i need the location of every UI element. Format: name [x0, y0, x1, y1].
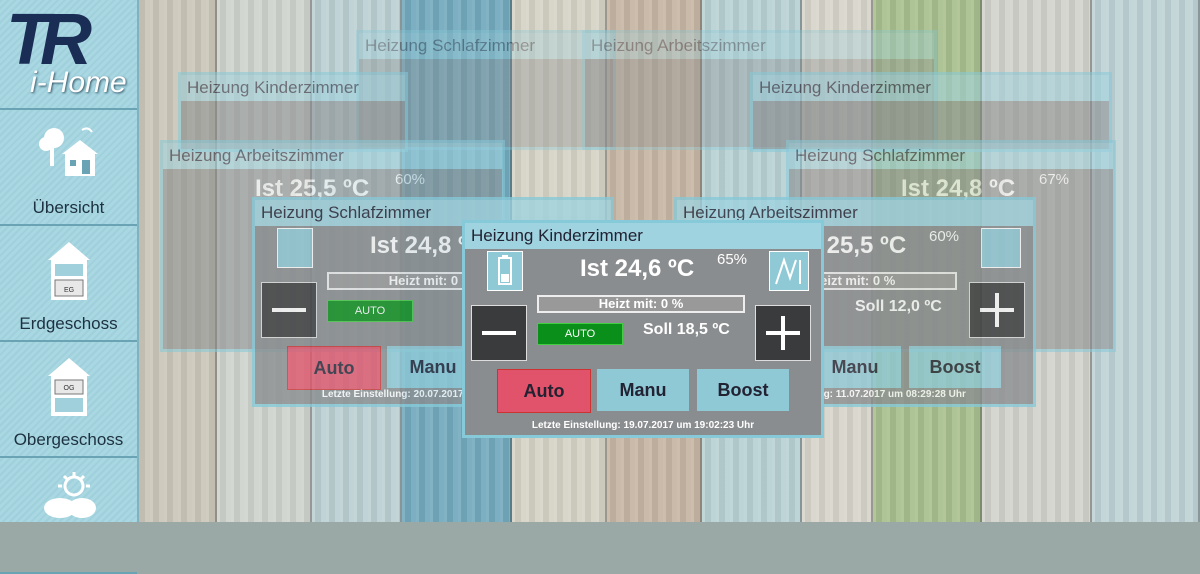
boost-button[interactable]: Boost: [697, 369, 789, 411]
sidebar-item-erdgeschoss[interactable]: EG Erdgeschoss: [0, 226, 137, 342]
house-icon: [38, 127, 98, 176]
battery-icon: [487, 251, 523, 291]
logo: TR i-Home: [0, 0, 137, 110]
sidebar-item-weather[interactable]: [0, 458, 137, 574]
floor-og-icon: OG: [47, 358, 90, 416]
floor-badge: EG: [63, 287, 73, 294]
humidity: 60%: [929, 228, 960, 245]
widget-title: Heizung Schlafzimmer: [359, 33, 613, 59]
sidebar-item-label: Obergeschoss: [13, 430, 124, 449]
sidebar-item-label: Erdgeschoss: [19, 314, 118, 333]
last-setting: Letzte Einstellung: 19.07.2017 um 19:02:…: [531, 420, 755, 431]
logo-text: i-Home: [30, 66, 127, 99]
widget-title: Heizung Arbeitszimmer: [585, 33, 934, 59]
increase-button[interactable]: [755, 305, 811, 361]
sidebar: TR i-Home Übersicht EG Erdgeschoss OG Ob…: [0, 0, 139, 574]
sidebar-item-obergeschoss[interactable]: OG Obergeschoss: [0, 342, 137, 458]
floor-badge: OG: [63, 385, 74, 392]
valve-icon: [981, 228, 1021, 268]
auto-button[interactable]: Auto: [287, 346, 381, 390]
humidity: 60%: [395, 171, 426, 188]
decrease-button[interactable]: [261, 282, 317, 338]
sidebar-item-label: Übersicht: [32, 198, 105, 217]
decrease-button[interactable]: [471, 305, 527, 361]
auto-badge: AUTO: [327, 300, 413, 322]
widget-title: Heizung Kinderzimmer: [465, 223, 821, 249]
increase-button[interactable]: [969, 282, 1025, 338]
widget-title: Heizung Arbeitszimmer: [163, 143, 502, 169]
sidebar-item-uebersicht[interactable]: Übersicht: [0, 110, 137, 226]
battery-icon: [277, 228, 313, 268]
heizt-bar: Heizt mit: 0 %: [537, 295, 745, 313]
soll-temperature: Soll 18,5 ºC: [643, 321, 730, 338]
auto-button[interactable]: Auto: [497, 369, 591, 413]
valve-icon: [769, 251, 809, 291]
heating-widget-kinderzimmer: Heizung Kinderzimmer Ist 24,6 ºC 65% Hei…: [462, 220, 824, 438]
auto-badge: AUTO: [537, 323, 623, 345]
widget-title: Heizung Kinderzimmer: [753, 75, 1109, 101]
humidity: 67%: [1039, 171, 1070, 188]
soll-temperature: Soll 12,0 ºC: [855, 298, 942, 315]
floor-eg-icon: EG: [47, 242, 90, 300]
widget-title: Heizung Kinderzimmer: [181, 75, 405, 101]
boost-button[interactable]: Boost: [909, 346, 1001, 388]
weather-icon: [43, 472, 96, 518]
widget-title: Heizung Schlafzimmer: [789, 143, 1113, 169]
ist-temperature: Ist 24,6 ºC: [580, 255, 695, 282]
manu-button[interactable]: Manu: [597, 369, 689, 411]
humidity: 65%: [717, 251, 748, 268]
